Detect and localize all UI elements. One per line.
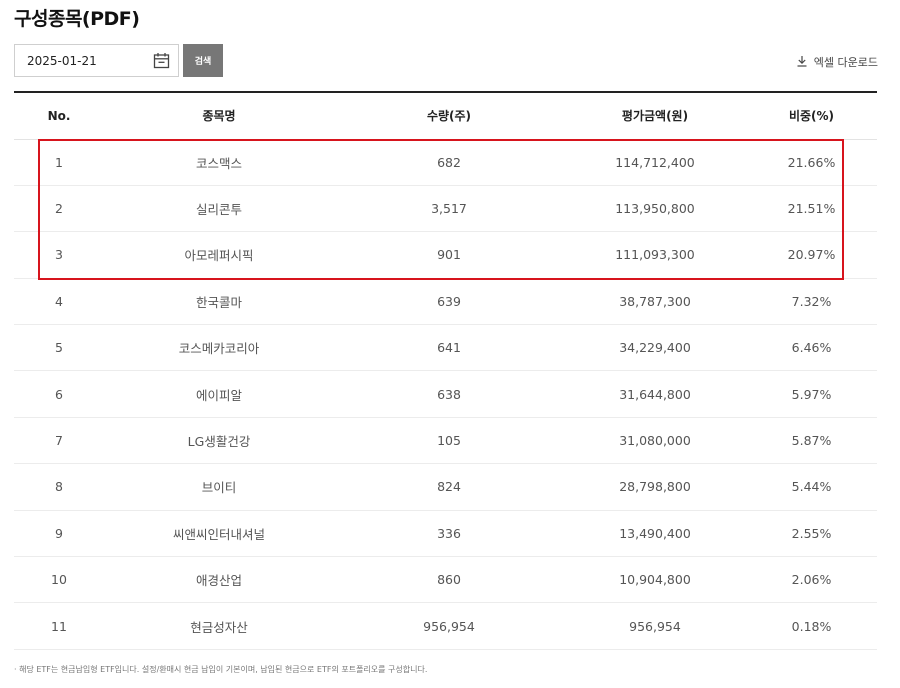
- cell-weight: 0.18%: [746, 602, 877, 650]
- cell-no: 5: [14, 324, 104, 372]
- table-row: 6 에이피알 638 31,644,800 5.97%: [14, 370, 877, 418]
- cell-weight: 21.66%: [746, 139, 877, 186]
- cell-no: 6: [14, 370, 104, 418]
- cell-valuation: 31,080,000: [564, 417, 746, 465]
- table-row: 7 LG생활건강 105 31,080,000 5.87%: [14, 417, 877, 465]
- header-no: No.: [14, 92, 104, 140]
- cell-no: 7: [14, 417, 104, 465]
- cell-quantity: 105: [334, 417, 564, 465]
- cell-name: 아모레퍼시픽: [104, 231, 334, 279]
- cell-no: 10: [14, 556, 104, 604]
- header-name: 종목명: [104, 92, 334, 140]
- cell-weight: 20.97%: [746, 231, 877, 279]
- cell-weight: 2.06%: [746, 556, 877, 604]
- cell-quantity: 824: [334, 463, 564, 511]
- cell-quantity: 638: [334, 370, 564, 418]
- header-valuation: 평가금액(원): [564, 92, 746, 140]
- cell-valuation: 10,904,800: [564, 556, 746, 604]
- table-row: 8 브이티 824 28,798,800 5.44%: [14, 463, 877, 511]
- cell-name: 코스맥스: [104, 139, 334, 186]
- download-label: 엑셀 다운로드: [813, 56, 878, 69]
- table-row: 3 아모레퍼시픽 901 111,093,300 20.97%: [14, 231, 877, 279]
- cell-name: 코스메카코리아: [104, 324, 334, 372]
- cell-no: 9: [14, 510, 104, 558]
- cell-weight: 5.97%: [746, 370, 877, 418]
- cell-weight: 5.87%: [746, 417, 877, 465]
- date-input[interactable]: [15, 45, 145, 76]
- cell-name: 한국콜마: [104, 278, 334, 326]
- footnote: · 해당 ETF는 현금납입형 ETF입니다. 설정/환매시 현금 납입이 기본…: [14, 665, 428, 674]
- table-row: 2 실리콘투 3,517 113,950,800 21.51%: [14, 185, 877, 233]
- cell-no: 2: [14, 185, 104, 233]
- holdings-table: No. 종목명 수량(주) 평가금액(원) 비중(%) 1 코스맥스 682 1…: [14, 91, 877, 650]
- table-row: 10 애경산업 860 10,904,800 2.06%: [14, 556, 877, 604]
- table-row: 4 한국콜마 639 38,787,300 7.32%: [14, 278, 877, 326]
- table-row: 11 현금성자산 956,954 956,954 0.18%: [14, 602, 877, 650]
- cell-no: 4: [14, 278, 104, 326]
- cell-no: 1: [14, 139, 104, 186]
- search-button[interactable]: 검색: [183, 44, 223, 77]
- cell-valuation: 111,093,300: [564, 231, 746, 279]
- table-row: 5 코스메카코리아 641 34,229,400 6.46%: [14, 324, 877, 372]
- cell-quantity: 682: [334, 139, 564, 186]
- cell-valuation: 28,798,800: [564, 463, 746, 511]
- cell-no: 3: [14, 231, 104, 279]
- cell-name: 씨앤씨인터내셔널: [104, 510, 334, 558]
- cell-name: LG생활건강: [104, 417, 334, 465]
- cell-no: 11: [14, 602, 104, 650]
- cell-quantity: 3,517: [334, 185, 564, 233]
- table-row: 1 코스맥스 682 114,712,400 21.66%: [14, 139, 877, 186]
- cell-valuation: 956,954: [564, 602, 746, 650]
- cell-valuation: 34,229,400: [564, 324, 746, 372]
- cell-weight: 2.55%: [746, 510, 877, 558]
- cell-weight: 5.44%: [746, 463, 877, 511]
- calendar-icon[interactable]: [153, 52, 170, 69]
- cell-weight: 7.32%: [746, 278, 877, 326]
- cell-name: 애경산업: [104, 556, 334, 604]
- cell-valuation: 114,712,400: [564, 139, 746, 186]
- cell-quantity: 641: [334, 324, 564, 372]
- cell-quantity: 956,954: [334, 602, 564, 650]
- table-row: 9 씨앤씨인터내셔널 336 13,490,400 2.55%: [14, 510, 877, 558]
- date-picker[interactable]: [14, 44, 179, 77]
- header-weight: 비중(%): [746, 92, 877, 140]
- cell-quantity: 901: [334, 231, 564, 279]
- cell-quantity: 860: [334, 556, 564, 604]
- cell-quantity: 336: [334, 510, 564, 558]
- cell-name: 실리콘투: [104, 185, 334, 233]
- excel-download-button[interactable]: 엑셀 다운로드: [796, 54, 878, 70]
- cell-valuation: 113,950,800: [564, 185, 746, 233]
- cell-valuation: 38,787,300: [564, 278, 746, 326]
- cell-valuation: 31,644,800: [564, 370, 746, 418]
- cell-no: 8: [14, 463, 104, 511]
- download-icon: [796, 55, 808, 70]
- table-header-row: No. 종목명 수량(주) 평가금액(원) 비중(%): [14, 92, 877, 140]
- cell-quantity: 639: [334, 278, 564, 326]
- cell-weight: 6.46%: [746, 324, 877, 372]
- cell-name: 에이피알: [104, 370, 334, 418]
- page-title: 구성종목(PDF): [14, 8, 140, 30]
- cell-valuation: 13,490,400: [564, 510, 746, 558]
- cell-name: 현금성자산: [104, 602, 334, 650]
- cell-name: 브이티: [104, 463, 334, 511]
- header-quantity: 수량(주): [334, 92, 564, 140]
- cell-weight: 21.51%: [746, 185, 877, 233]
